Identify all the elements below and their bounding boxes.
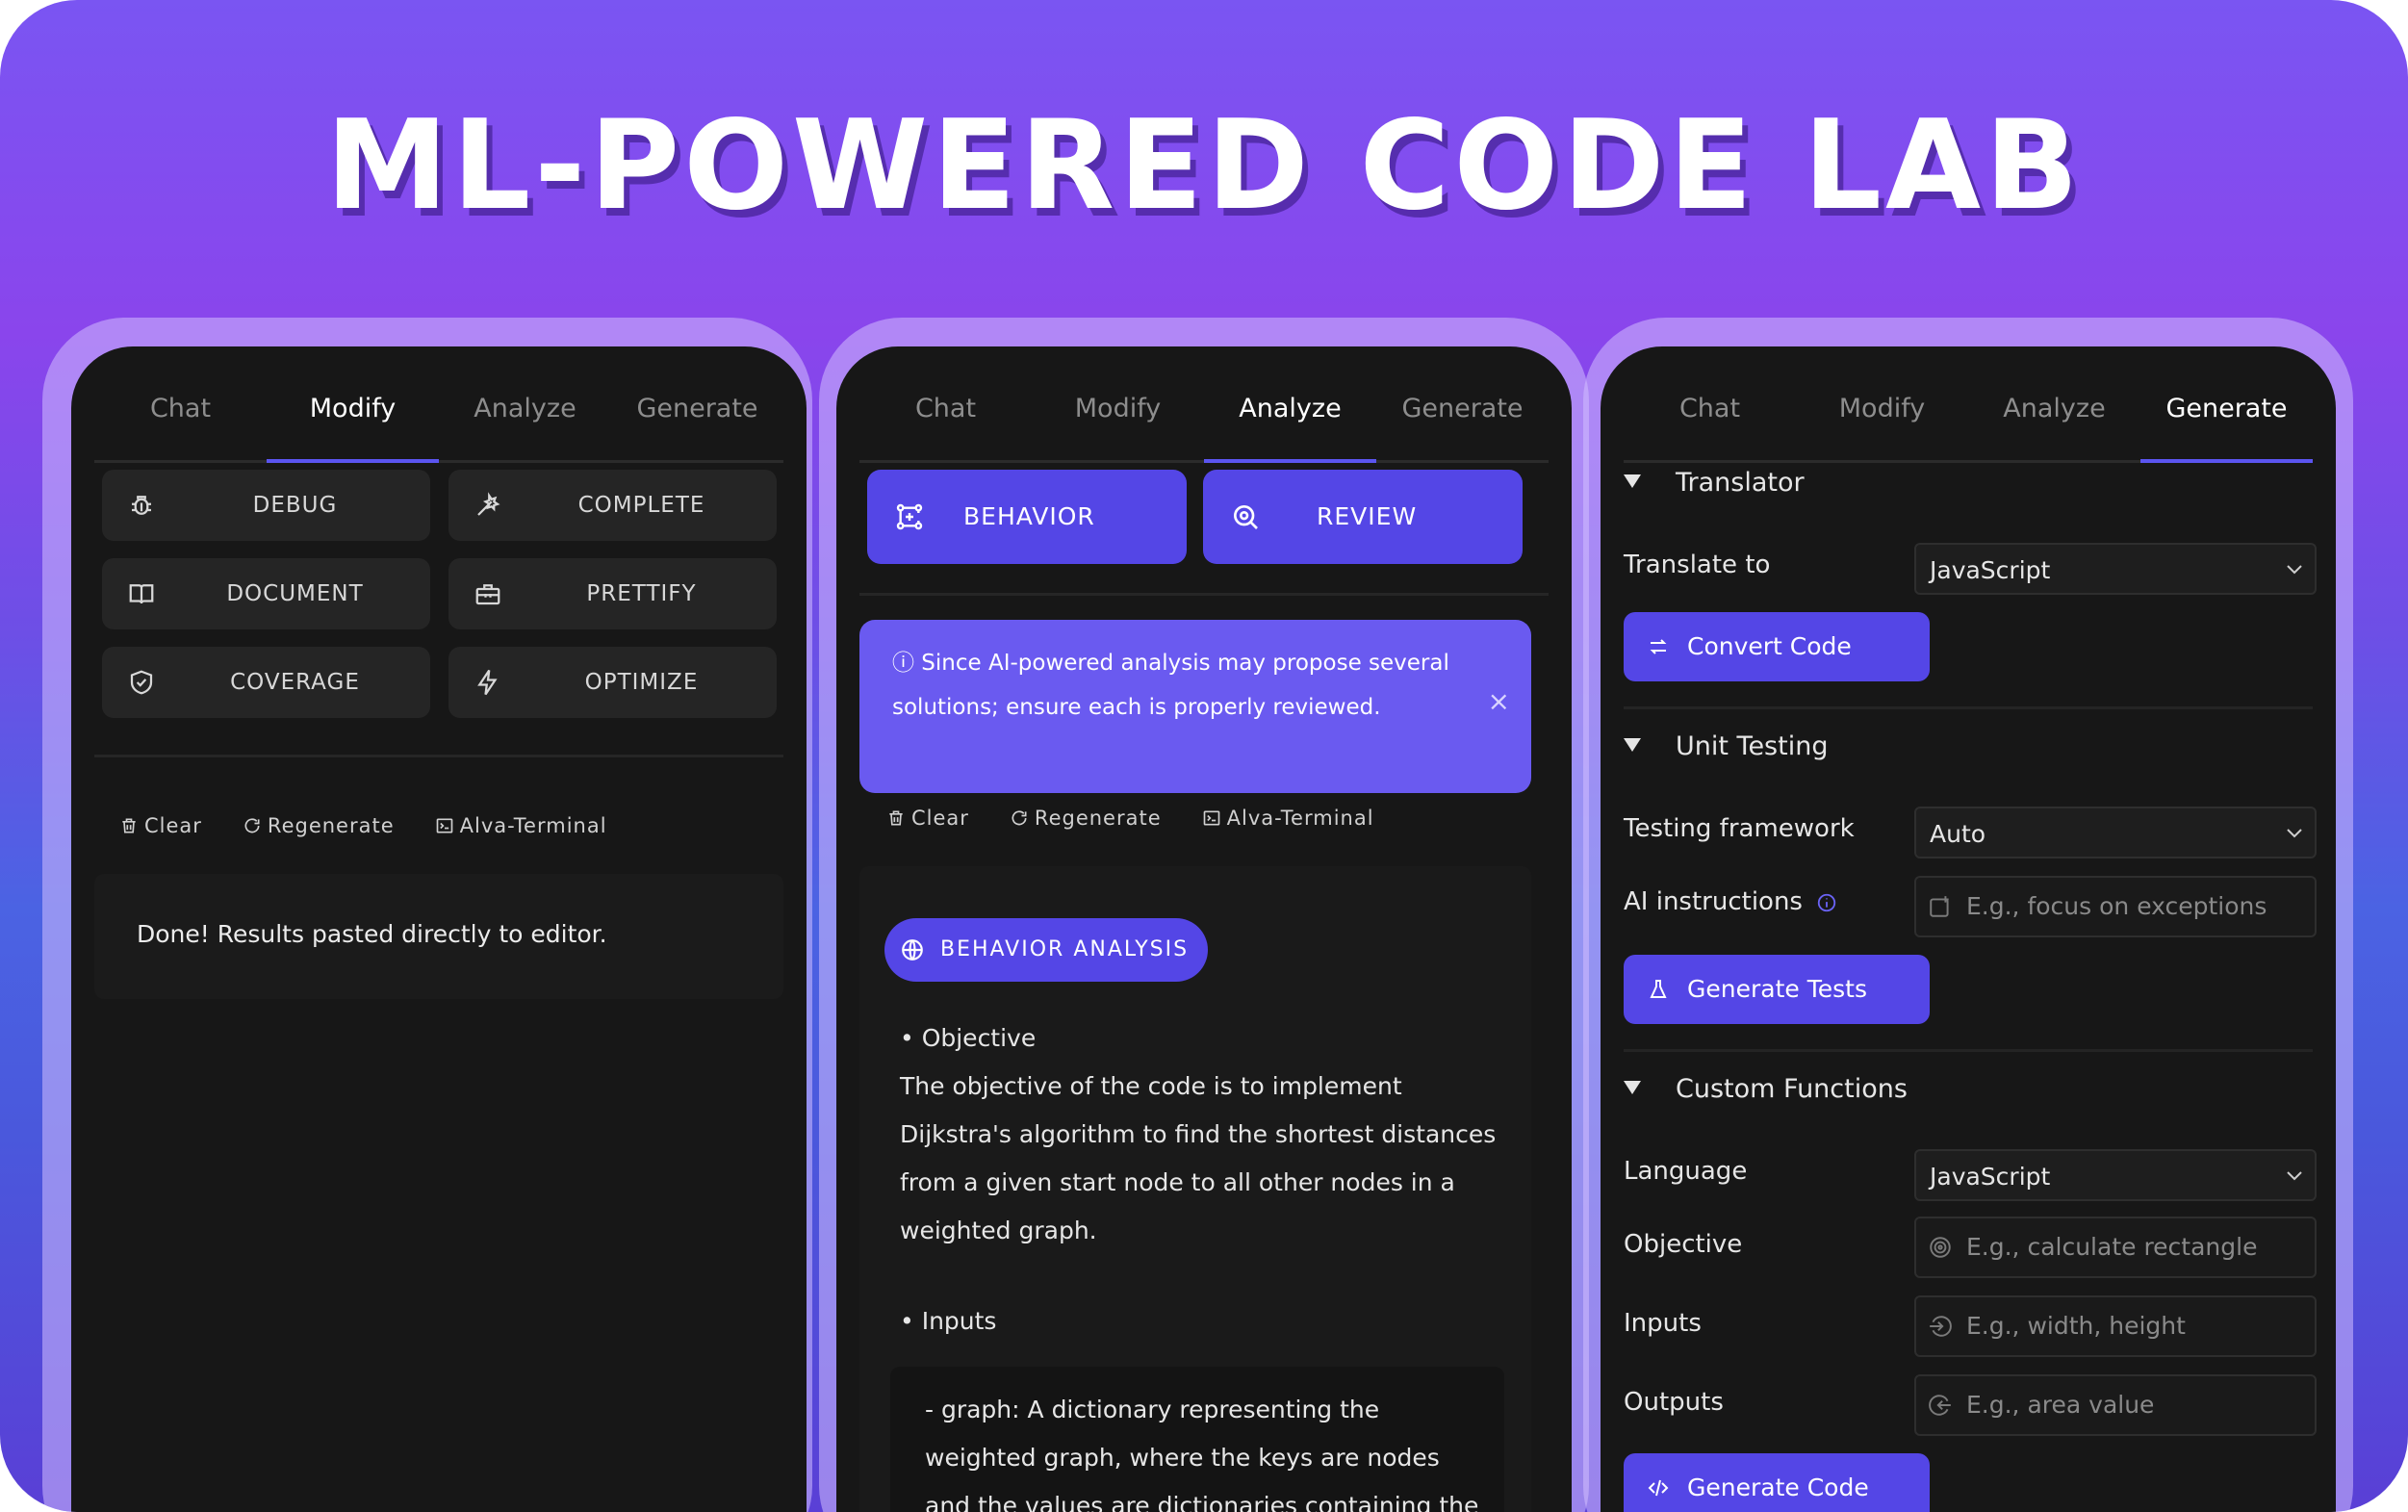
inputs-text: - graph: A dictionary representing the w… — [925, 1396, 1479, 1512]
tab-analyze[interactable]: Analyze — [1204, 375, 1376, 463]
divider — [859, 593, 1549, 596]
bug-icon — [127, 491, 156, 520]
analyze-panel: Chat Modify Analyze Generate BEHAVIOR RE… — [836, 346, 1572, 1512]
language-select[interactable]: JavaScript — [1914, 1149, 2317, 1201]
alva-terminal-button[interactable]: Alva-Terminal — [435, 814, 607, 837]
divider — [94, 755, 783, 757]
outputs-input[interactable]: E.g., area value — [1914, 1374, 2317, 1436]
collapse-triangle-icon — [1624, 474, 1641, 488]
translator-section-header[interactable]: Translator — [1624, 468, 1805, 498]
divider — [1624, 706, 2313, 709]
trash-icon — [889, 810, 903, 826]
translate-to-select[interactable]: JavaScript — [1914, 543, 2317, 595]
generate-panel: Chat Modify Analyze Generate Translator … — [1601, 346, 2336, 1512]
behavior-analysis-badge: BEHAVIOR ANALYSIS — [884, 918, 1208, 982]
prettify-button[interactable]: PRETTIFY — [448, 558, 777, 629]
divider — [1624, 1049, 2313, 1052]
testing-framework-label: Testing framework — [1624, 814, 1855, 843]
review-button[interactable]: REVIEW — [1203, 470, 1523, 564]
objective-heading: • Objective — [900, 1024, 1037, 1052]
complete-button[interactable]: COMPLETE — [448, 470, 777, 541]
ai-instructions-input[interactable]: E.g., focus on exceptions — [1914, 876, 2317, 937]
tab-generate[interactable]: Generate — [611, 375, 783, 460]
inputs-label: Inputs — [1624, 1309, 1702, 1338]
coverage-button[interactable]: COVERAGE — [102, 647, 430, 718]
tab-bar: Chat Modify Analyze Generate — [94, 375, 783, 463]
regenerate-button[interactable]: Regenerate — [1010, 807, 1162, 830]
search-icon — [1230, 501, 1261, 532]
flask-icon — [1647, 978, 1670, 1001]
regenerate-button[interactable]: Regenerate — [243, 814, 395, 837]
hero-title: ML-POWERED CODE LAB — [325, 94, 2083, 238]
tab-chat[interactable]: Chat — [94, 375, 267, 460]
trash-icon — [122, 818, 136, 833]
toolbox-icon — [474, 579, 502, 608]
terminal-icon — [436, 818, 452, 833]
book-icon — [127, 579, 156, 608]
outputs-label: Outputs — [1624, 1388, 1724, 1417]
inputs-heading: • Inputs — [900, 1307, 997, 1335]
behavior-button[interactable]: BEHAVIOR — [867, 470, 1187, 564]
custom-functions-section-header[interactable]: Custom Functions — [1624, 1074, 1908, 1104]
collapse-triangle-icon — [1624, 737, 1641, 752]
refresh-icon — [1012, 810, 1027, 826]
code-icon — [1647, 1476, 1670, 1499]
language-label: Language — [1624, 1157, 1748, 1186]
logout-icon — [1928, 1393, 1953, 1418]
edit-icon — [1928, 894, 1953, 919]
login-icon — [1928, 1314, 1953, 1339]
generate-tests-button[interactable]: Generate Tests — [1624, 955, 1930, 1024]
page-background: ML-POWERED CODE LAB Chat Modify Analyze … — [0, 0, 2408, 1512]
tab-generate[interactable]: Generate — [2140, 375, 2313, 463]
tool-row: Clear Regenerate Alva-Terminal — [886, 807, 1374, 830]
close-icon[interactable]: × — [1488, 679, 1510, 724]
terminal-icon — [1203, 810, 1219, 826]
result-message: Done! Results pasted directly to editor. — [137, 920, 607, 948]
chevron-down-icon — [2286, 1170, 2303, 1182]
magic-wand-icon — [474, 491, 502, 520]
debug-button[interactable]: DEBUG — [102, 470, 430, 541]
optimize-button[interactable]: OPTIMIZE — [448, 647, 777, 718]
translate-to-label: Translate to — [1624, 551, 1771, 579]
testing-framework-select[interactable]: Auto — [1914, 807, 2317, 859]
unit-testing-section-header[interactable]: Unit Testing — [1624, 731, 1828, 761]
chevron-down-icon — [2286, 828, 2303, 839]
target-icon — [1928, 1235, 1953, 1260]
globe-icon — [900, 937, 925, 962]
notice-text: ⓘ Since AI-powered analysis may propose … — [892, 651, 1449, 720]
refresh-icon — [244, 818, 260, 833]
tab-bar: Chat Modify Analyze Generate — [859, 375, 1549, 463]
convert-code-button[interactable]: Convert Code — [1624, 612, 1930, 681]
flow-icon — [894, 501, 925, 532]
inputs-input[interactable]: E.g., width, height — [1914, 1295, 2317, 1357]
clear-button[interactable]: Clear — [886, 807, 969, 830]
tool-row: Clear Regenerate Alva-Terminal — [119, 814, 607, 837]
bolt-icon — [474, 668, 502, 697]
info-notice: ⓘ Since AI-powered analysis may propose … — [859, 620, 1531, 793]
tab-modify[interactable]: Modify — [267, 375, 439, 463]
tab-modify[interactable]: Modify — [1796, 375, 1968, 460]
collapse-triangle-icon — [1624, 1080, 1641, 1094]
tab-chat[interactable]: Chat — [1624, 375, 1796, 460]
objective-input[interactable]: E.g., calculate rectangle — [1914, 1217, 2317, 1278]
tab-analyze[interactable]: Analyze — [439, 375, 611, 460]
clear-button[interactable]: Clear — [119, 814, 202, 837]
tab-modify[interactable]: Modify — [1032, 375, 1204, 460]
tab-bar: Chat Modify Analyze Generate — [1624, 375, 2313, 463]
objective-label: Objective — [1624, 1230, 1743, 1259]
document-button[interactable]: DOCUMENT — [102, 558, 430, 629]
swap-icon — [1647, 635, 1670, 658]
result-message-box: Done! Results pasted directly to editor. — [94, 874, 783, 999]
info-icon — [1816, 892, 1837, 913]
shield-check-icon — [127, 668, 156, 697]
modify-panel: Chat Modify Analyze Generate DEBUG COMPL… — [71, 346, 807, 1512]
tab-chat[interactable]: Chat — [859, 375, 1032, 460]
objective-text: The objective of the code is to implemen… — [900, 1072, 1497, 1244]
generate-code-button[interactable]: Generate Code — [1624, 1453, 1930, 1512]
ai-instructions-label: AI instructions — [1624, 887, 1837, 916]
tab-analyze[interactable]: Analyze — [1968, 375, 2140, 460]
tab-generate[interactable]: Generate — [1376, 375, 1549, 460]
chevron-down-icon — [2286, 564, 2303, 576]
alva-terminal-button[interactable]: Alva-Terminal — [1202, 807, 1374, 830]
